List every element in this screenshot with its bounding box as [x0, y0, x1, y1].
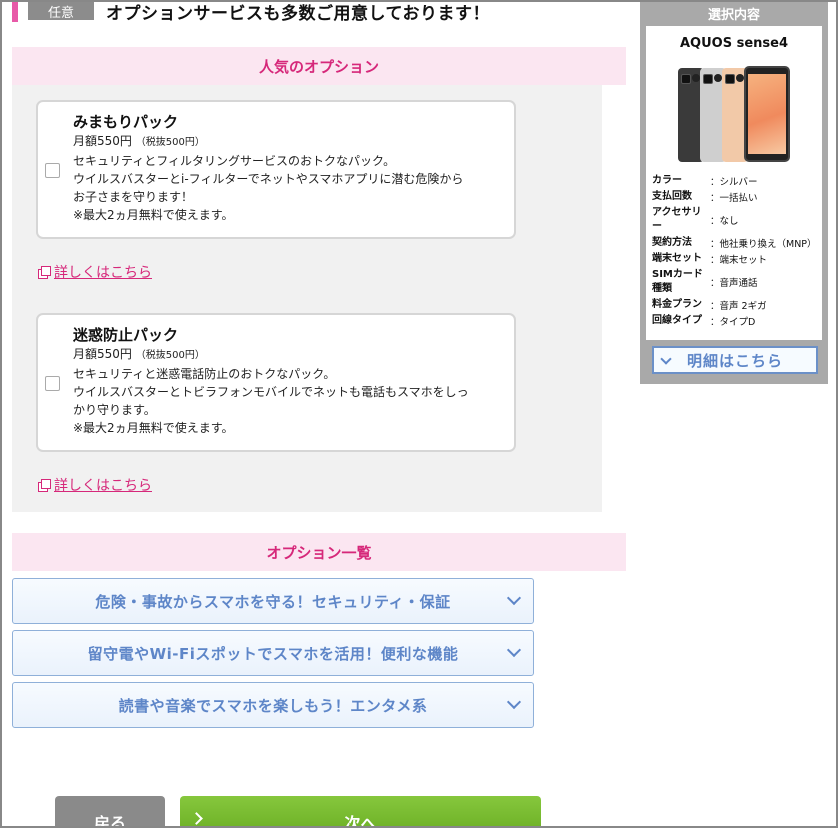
- accordion-label: 読書や音楽でスマホを楽しもう！エンタメ系: [118, 696, 428, 715]
- back-button[interactable]: 戻る: [55, 796, 165, 828]
- spec-value: ：なし: [710, 216, 739, 227]
- spec-value: ：一括払い: [710, 193, 758, 204]
- device-product-image: [678, 66, 796, 166]
- popular-options-header: 人気のオプション: [12, 47, 626, 85]
- meiwaku-checkbox[interactable]: [45, 376, 60, 391]
- option-card-meiwaku[interactable]: 迷惑防止パック 月額550円 （税抜500円） セキュリティと迷惑電話防止のおト…: [36, 313, 516, 452]
- option-desc: かり守ります。: [73, 403, 156, 417]
- details-button[interactable]: 明細はこちら: [652, 346, 818, 374]
- spec-key: 支払回数: [652, 191, 692, 202]
- page-title: オプションサービスも多数ご用意しております！: [106, 3, 490, 24]
- spec-key: カラー: [652, 175, 682, 186]
- spec-key: アクセサリー: [652, 207, 702, 232]
- spec-key: 料金プラン: [652, 299, 702, 310]
- option-note: ※最大2ヵ月無料で使えます。: [73, 208, 234, 222]
- chevron-down-icon: [506, 590, 522, 606]
- popular-options-panel: みまもりパック 月額550円 （税抜500円） セキュリティとフィルタリングサー…: [12, 85, 602, 512]
- spec-row: 支払回数 ：一括払い: [652, 190, 817, 204]
- spec-value: ：シルバー: [710, 177, 758, 188]
- next-button[interactable]: 次へ: [180, 796, 541, 828]
- meiwaku-details-link[interactable]: 詳しくはこちら: [38, 475, 152, 495]
- selection-summary-sidebar: 選択内容 AQUOS sense4 カラー ：シルバー 支払回数 ：一括払い アクセサリ…: [640, 2, 828, 384]
- section-heading: 任意 オプションサービスも多数ご用意しております！: [12, 0, 490, 24]
- accordion-label: 危険・事故からスマホを守る！セキュリティ・保証: [95, 592, 451, 611]
- option-name: みまもりパック: [73, 113, 179, 131]
- spec-key: 端末セット: [652, 253, 702, 264]
- option-card-text: みまもりパック 月額550円 （税抜500円） セキュリティとフィルタリングサー…: [73, 112, 463, 224]
- selection-box: AQUOS sense4 カラー ：シルバー支払回数 ：一括払い アクセサリー ：なし契…: [646, 26, 822, 340]
- option-desc: ウイルスバスターとi-フィルターでネットやスマホアプリに潜む危険から: [73, 172, 464, 186]
- details-button-label: 明細はこちら: [686, 351, 783, 370]
- spec-row: 端末セット ：端末セット: [652, 252, 817, 266]
- sidebar-title: 選択内容: [707, 7, 760, 23]
- option-price: 月額550円: [73, 134, 132, 148]
- spec-key: SIMカード種類: [652, 269, 703, 294]
- spec-row: 回線タイプ ：タイプD: [652, 314, 817, 328]
- details-link-label: 詳しくはこちら: [54, 265, 152, 281]
- heading-accent-bar: [12, 0, 18, 22]
- spec-row: SIMカード種類 ：音声通話: [652, 268, 817, 296]
- accordion-label: 留守電やWi-Fiスポットでスマホを活用！便利な機能: [87, 644, 459, 663]
- option-price-tax: （税抜500円）: [135, 350, 205, 361]
- spec-key: 回線タイプ: [652, 315, 702, 326]
- spec-value: ：タイプD: [710, 317, 756, 328]
- option-price: 月額550円: [73, 347, 132, 361]
- spec-row: カラー ：シルバー: [652, 174, 817, 188]
- option-card-mimamori[interactable]: みまもりパック 月額550円 （税抜500円） セキュリティとフィルタリングサー…: [36, 100, 516, 239]
- spec-row: アクセサリー ：なし: [652, 206, 817, 234]
- spec-row: 契約方法 ：他社乗り換え（MNP）: [652, 236, 817, 250]
- mimamori-details-link[interactable]: 詳しくはこちら: [38, 262, 152, 282]
- external-window-icon: [38, 266, 51, 279]
- chevron-down-icon: [660, 353, 672, 365]
- option-desc: お子さまを守ります！: [73, 190, 194, 204]
- next-button-label: 次へ: [344, 814, 377, 828]
- spec-value: ：音声 2ギガ: [710, 301, 767, 312]
- spec-value: ：他社乗り換え（MNP）: [710, 239, 817, 250]
- option-desc: セキュリティと迷惑電話防止のおトクなパック。: [73, 367, 336, 381]
- option-price-line: 月額550円 （税抜500円）: [73, 132, 463, 152]
- option-desc: ウイルスバスターとトビラフォンモバイルでネットも電話もスマホをしっ: [73, 385, 469, 399]
- spec-value: ：端末セット: [710, 255, 768, 266]
- chevron-down-icon: [506, 694, 522, 710]
- chevron-down-icon: [506, 642, 522, 658]
- optional-tag: 任意: [28, 2, 94, 21]
- phone-front-screen: [744, 66, 790, 162]
- accordion-security[interactable]: 危険・事故からスマホを守る！セキュリティ・保証: [12, 578, 534, 624]
- spec-value: ：音声通話: [710, 278, 758, 289]
- option-list-header: オプション一覧: [12, 533, 626, 571]
- accordion-entertainment[interactable]: 読書や音楽でスマホを楽しもう！エンタメ系: [12, 682, 534, 728]
- mimamori-checkbox[interactable]: [45, 163, 60, 178]
- accordion-convenience[interactable]: 留守電やWi-Fiスポットでスマホを活用！便利な機能: [12, 630, 534, 676]
- details-link-label: 詳しくはこちら: [54, 478, 152, 494]
- option-desc: セキュリティとフィルタリングサービスのおトクなパック。: [73, 154, 396, 168]
- option-price-tax: （税抜500円）: [135, 137, 205, 148]
- option-name: 迷惑防止パック: [73, 326, 179, 344]
- option-price-line: 月額550円 （税抜500円）: [73, 345, 469, 365]
- external-window-icon: [38, 479, 51, 492]
- option-note: ※最大2ヵ月無料で使えます。: [73, 421, 234, 435]
- option-card-text: 迷惑防止パック 月額550円 （税抜500円） セキュリティと迷惑電話防止のおト…: [73, 325, 469, 437]
- spec-row: 料金プラン ：音声 2ギガ: [652, 298, 817, 312]
- device-model-name: AQUOS sense4: [679, 36, 789, 51]
- spec-list: カラー ：シルバー支払回数 ：一括払い アクセサリー ：なし契約方法 ：他社乗り換え（MN…: [652, 174, 817, 330]
- spec-key: 契約方法: [652, 237, 692, 248]
